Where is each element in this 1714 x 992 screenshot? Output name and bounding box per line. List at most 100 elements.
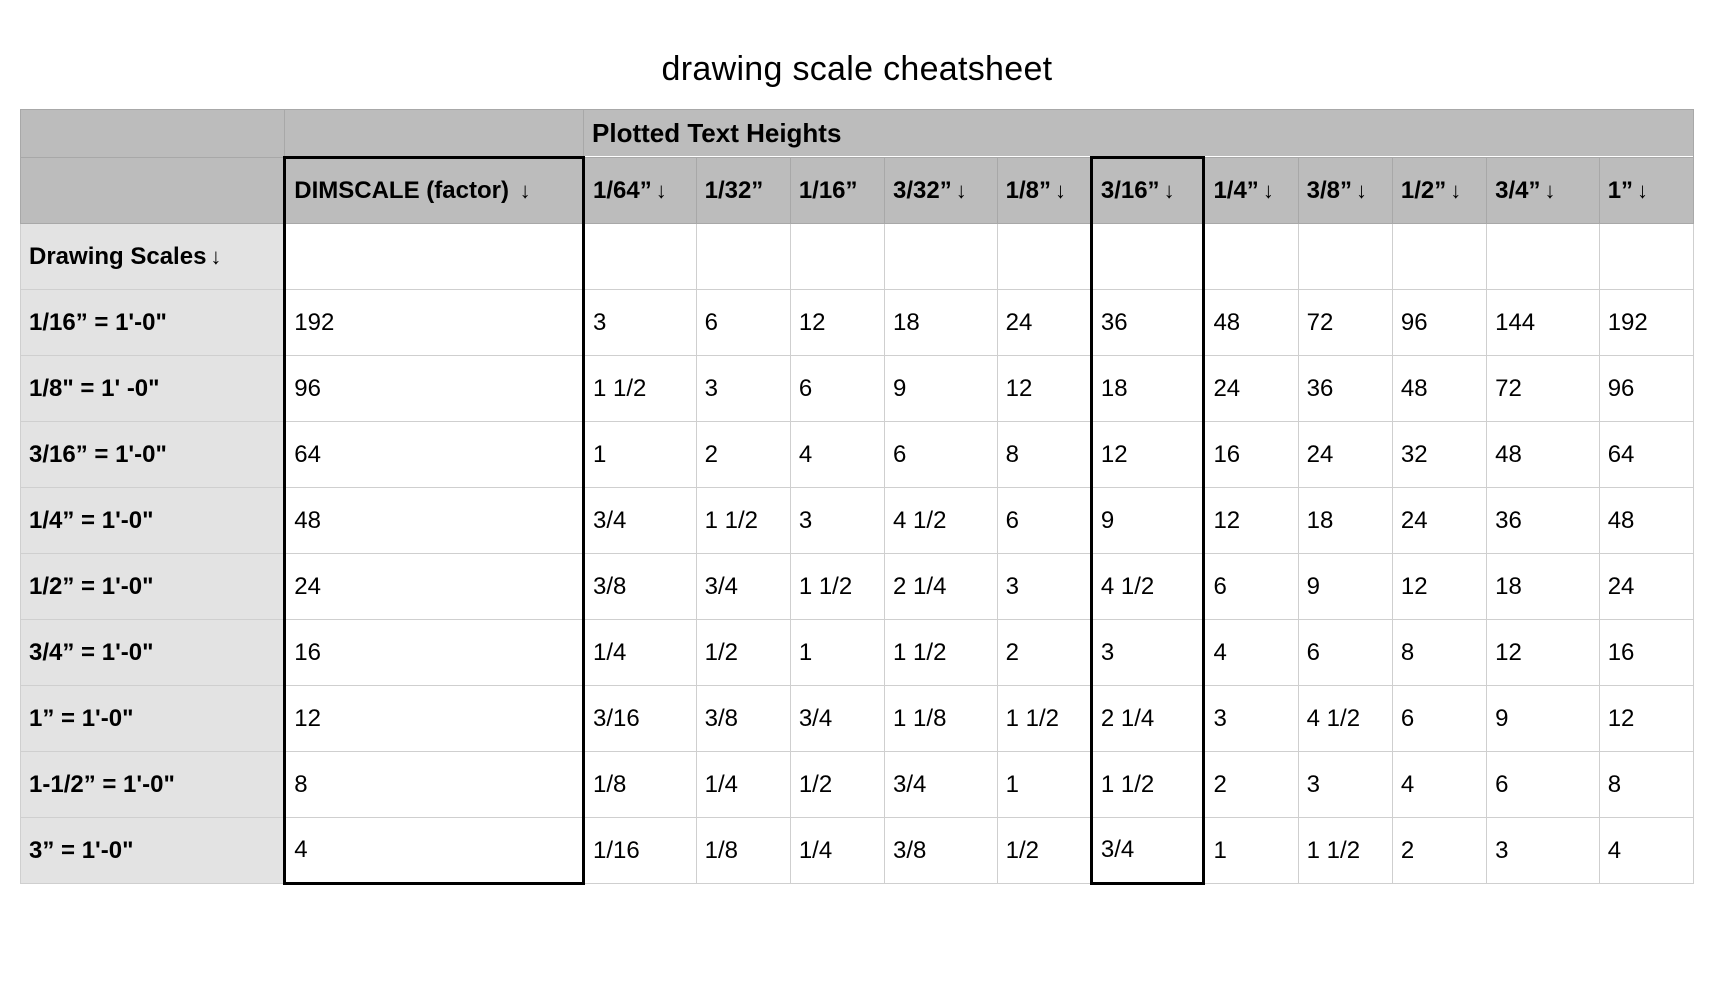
sort-arrow-icon: ↓ xyxy=(1540,178,1555,204)
sort-arrow-icon: ↓ xyxy=(516,178,531,204)
text-height-header[interactable]: 3/16”↓ xyxy=(1091,158,1204,224)
cell-value: 3 xyxy=(1487,818,1600,884)
cell-value: 3 xyxy=(1091,620,1204,686)
dimscale-value: 48 xyxy=(285,488,584,554)
cell-value: 48 xyxy=(1392,356,1486,422)
cell-value: 6 xyxy=(1298,620,1392,686)
empty-cell xyxy=(885,224,998,290)
text-height-header[interactable]: 1/32” xyxy=(696,158,790,224)
cell-value: 3 xyxy=(997,554,1091,620)
cell-value: 24 xyxy=(1204,356,1298,422)
text-height-header-label: 3/16” xyxy=(1101,177,1160,204)
empty-cell xyxy=(997,224,1091,290)
cell-value: 36 xyxy=(1091,290,1204,356)
text-height-header[interactable]: 3/8”↓ xyxy=(1298,158,1392,224)
cell-value: 1 1/2 xyxy=(696,488,790,554)
cell-value: 1/4 xyxy=(790,818,884,884)
text-height-header[interactable]: 3/4”↓ xyxy=(1487,158,1600,224)
cell-value: 1 1/2 xyxy=(1298,818,1392,884)
cell-value: 6 xyxy=(1392,686,1486,752)
text-height-header[interactable]: 3/32”↓ xyxy=(885,158,998,224)
text-height-header-label: 1/32” xyxy=(705,177,764,204)
text-height-header[interactable]: 1/8”↓ xyxy=(997,158,1091,224)
cell-value: 4 xyxy=(1204,620,1298,686)
cell-value: 12 xyxy=(997,356,1091,422)
cell-value: 4 1/2 xyxy=(1091,554,1204,620)
empty-cell xyxy=(1204,224,1298,290)
cell-value: 8 xyxy=(1599,752,1693,818)
cell-value: 24 xyxy=(1599,554,1693,620)
text-height-header-label: 1/16” xyxy=(799,177,858,204)
cell-value: 6 xyxy=(885,422,998,488)
cell-value: 4 xyxy=(1599,818,1693,884)
cell-value: 1/16 xyxy=(584,818,697,884)
empty-cell xyxy=(584,224,697,290)
cell-value: 3/8 xyxy=(885,818,998,884)
cell-value: 64 xyxy=(1599,422,1693,488)
text-height-header[interactable]: 1”↓ xyxy=(1599,158,1693,224)
page-title: drawing scale cheatsheet xyxy=(20,50,1694,89)
sort-arrow-icon: ↓ xyxy=(1352,178,1367,204)
cell-value: 12 xyxy=(790,290,884,356)
cell-value: 48 xyxy=(1487,422,1600,488)
text-height-header-label: 3/32” xyxy=(893,177,952,204)
cell-value: 4 xyxy=(790,422,884,488)
text-height-header[interactable]: 1/64”↓ xyxy=(584,158,697,224)
dimscale-value: 4 xyxy=(285,818,584,884)
cell-value: 2 xyxy=(1392,818,1486,884)
cell-value: 1 xyxy=(1204,818,1298,884)
drawing-scale-label: 3” = 1'-0" xyxy=(21,818,285,884)
cell-value: 3 xyxy=(1204,686,1298,752)
drawing-scale-label: 1/2” = 1'-0" xyxy=(21,554,285,620)
dimscale-header-label: DIMSCALE (factor) xyxy=(294,177,509,204)
header-blank-3 xyxy=(21,158,285,224)
text-height-header[interactable]: 1/16” xyxy=(790,158,884,224)
sort-arrow-icon: ↓ xyxy=(1051,178,1066,204)
text-height-header[interactable]: 1/4”↓ xyxy=(1204,158,1298,224)
cell-value: 1 1/2 xyxy=(584,356,697,422)
cell-value: 1 xyxy=(790,620,884,686)
cell-value: 12 xyxy=(1091,422,1204,488)
cell-value: 1 1/2 xyxy=(1091,752,1204,818)
text-height-header[interactable]: 1/2”↓ xyxy=(1392,158,1486,224)
sort-arrow-icon: ↓ xyxy=(1160,178,1175,204)
cell-value: 3 xyxy=(790,488,884,554)
table-row: 3/16” = 1'-0"6412468121624324864 xyxy=(21,422,1694,488)
cell-value: 1/2 xyxy=(790,752,884,818)
cell-value: 2 1/4 xyxy=(885,554,998,620)
cell-value: 3/8 xyxy=(696,686,790,752)
empty-cell xyxy=(285,224,584,290)
cell-value: 8 xyxy=(997,422,1091,488)
cell-value: 3 xyxy=(1298,752,1392,818)
sort-arrow-icon: ↓ xyxy=(652,178,667,204)
cell-value: 32 xyxy=(1392,422,1486,488)
header-row-1: Plotted Text Heights xyxy=(21,110,1694,158)
cell-value: 96 xyxy=(1392,290,1486,356)
dimscale-value: 8 xyxy=(285,752,584,818)
cell-value: 3/4 xyxy=(584,488,697,554)
dimscale-header[interactable]: DIMSCALE (factor) ↓ xyxy=(285,158,584,224)
cell-value: 3/16 xyxy=(584,686,697,752)
header-blank-2 xyxy=(285,110,584,158)
cell-value: 4 1/2 xyxy=(885,488,998,554)
cell-value: 1/8 xyxy=(584,752,697,818)
dimscale-value: 96 xyxy=(285,356,584,422)
sort-arrow-icon: ↓ xyxy=(1633,178,1648,204)
cell-value: 12 xyxy=(1392,554,1486,620)
cell-value: 16 xyxy=(1599,620,1693,686)
cell-value: 1 xyxy=(584,422,697,488)
text-height-header-label: 1/2” xyxy=(1401,177,1446,204)
cell-value: 24 xyxy=(1392,488,1486,554)
sort-arrow-icon: ↓ xyxy=(206,244,221,270)
drawing-scale-label: 3/4” = 1'-0" xyxy=(21,620,285,686)
cell-value: 192 xyxy=(1599,290,1693,356)
cell-value: 48 xyxy=(1599,488,1693,554)
text-height-header-label: 3/4” xyxy=(1495,177,1540,204)
section-label-row: Drawing Scales↓ xyxy=(21,224,1694,290)
table-row: 1/8" = 1' -0"961 1/236912182436487296 xyxy=(21,356,1694,422)
cell-value: 2 xyxy=(696,422,790,488)
cell-value: 3/4 xyxy=(696,554,790,620)
cell-value: 18 xyxy=(885,290,998,356)
text-height-header-label: 3/8” xyxy=(1307,177,1352,204)
drawing-scales-header[interactable]: Drawing Scales↓ xyxy=(21,224,285,290)
